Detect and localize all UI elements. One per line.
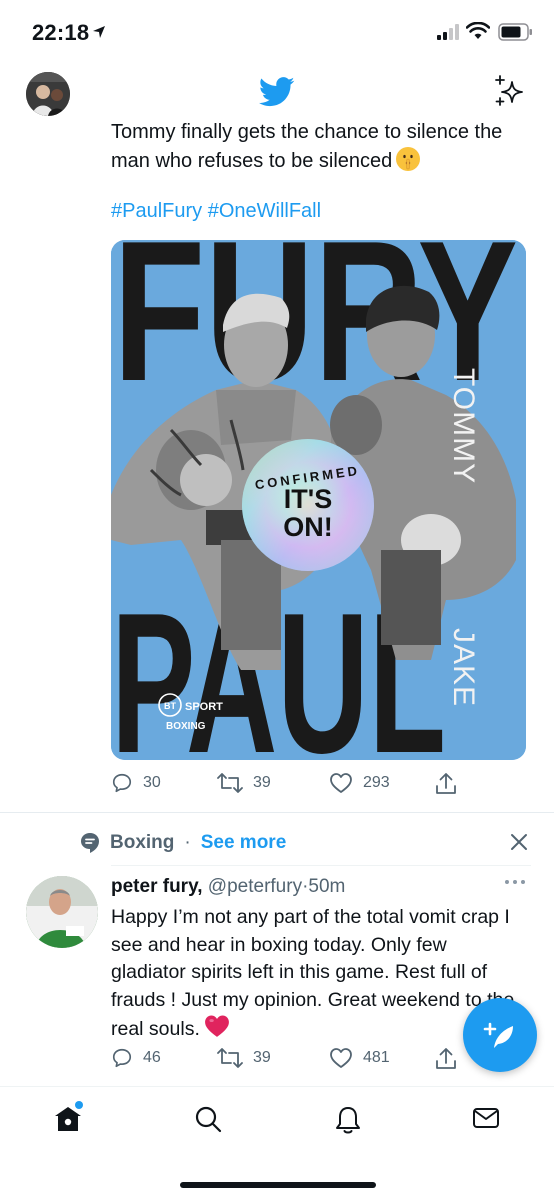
reply-icon (112, 773, 132, 793)
reply-icon (112, 1048, 132, 1068)
tweet-text: Happy I’m not any part of the total vomi… (111, 904, 521, 1047)
topic-row: Boxing · See more (80, 828, 286, 858)
topic-icon (81, 833, 99, 853)
topic-separator: · (184, 832, 191, 853)
tweet-divider (0, 812, 554, 813)
more-options-icon[interactable] (504, 877, 526, 887)
compose-feather-icon (483, 1022, 513, 1048)
retweet-icon (217, 773, 243, 793)
battery-icon (498, 23, 532, 41)
twitter-logo-icon[interactable] (259, 77, 295, 107)
author-handle[interactable]: @peterfury (208, 876, 302, 897)
messages-envelope-icon[interactable] (472, 1105, 500, 1131)
heart-icon (330, 1048, 352, 1068)
like-button[interactable]: 293 (329, 772, 390, 794)
author-avatar[interactable] (26, 876, 98, 948)
reply-count: 46 (143, 1049, 161, 1066)
share-button[interactable] (435, 1047, 457, 1071)
reply-button[interactable]: 46 (111, 1047, 161, 1069)
notifications-bell-icon[interactable] (334, 1105, 362, 1135)
poster-name-jake: JAKE (447, 628, 480, 707)
search-icon[interactable] (194, 1105, 222, 1133)
status-time: 22:18 (32, 20, 90, 45)
home-indicator-bar (180, 1182, 376, 1188)
tweet-body: Happy I’m not any part of the total vomi… (111, 906, 515, 1040)
red-heart-emoji-icon (204, 1014, 230, 1047)
top-nav-bar (0, 64, 554, 120)
sparkle-icon[interactable] (494, 74, 526, 108)
share-icon (436, 1048, 456, 1069)
topic-divider (111, 865, 531, 866)
svg-text:JAKE: JAKE (447, 628, 480, 707)
retweet-button[interactable]: 39 (217, 772, 271, 794)
status-bar: 22:18 (0, 0, 554, 64)
svg-text:BOXING: BOXING (166, 721, 206, 732)
location-arrow-icon (93, 26, 105, 38)
tweet-body: Tommy finally gets the chance to silence… (111, 121, 503, 172)
tweet-author-header: peter fury, @peterfury·50m (111, 875, 345, 899)
retweet-count: 39 (253, 774, 271, 791)
share-button[interactable] (435, 772, 457, 796)
svg-text:ON!: ON! (283, 512, 333, 542)
svg-text:TOMMY: TOMMY (447, 368, 480, 484)
close-icon[interactable] (509, 832, 529, 852)
cellular-signal-icon (437, 24, 459, 40)
retweet-button[interactable]: 39 (217, 1047, 271, 1069)
like-count: 481 (363, 1049, 390, 1066)
confirmed-badge: CONFIRMED IT'S ON! (242, 439, 374, 571)
svg-text:IT'S: IT'S (284, 484, 332, 514)
tweet-actions: 46 39 481 (111, 1047, 471, 1077)
profile-avatar[interactable] (26, 72, 70, 116)
tweet-timestamp[interactable]: 50m (308, 876, 345, 897)
like-button[interactable]: 481 (329, 1047, 390, 1069)
home-icon[interactable] (54, 1105, 82, 1133)
author-name[interactable]: peter fury, (111, 876, 203, 897)
topic-label[interactable]: Boxing (110, 832, 174, 854)
shushing-face-emoji-icon (396, 147, 421, 171)
wifi-icon (466, 22, 490, 39)
tweet-text: Tommy finally gets the chance to silence… (111, 118, 531, 176)
tweet-actions: 30 39 293 (111, 772, 471, 802)
heart-icon (330, 773, 352, 793)
poster-name-tommy: TOMMY (447, 368, 480, 484)
svg-text:SPORT: SPORT (185, 701, 223, 713)
like-count: 293 (363, 774, 390, 791)
reply-button[interactable]: 30 (111, 772, 161, 794)
retweet-count: 39 (253, 1049, 271, 1066)
tweet-hashtags[interactable]: #PaulFury #OneWillFall (111, 200, 321, 223)
reply-count: 30 (143, 774, 161, 791)
retweet-icon (217, 1048, 243, 1068)
compose-tweet-button[interactable] (463, 998, 537, 1072)
svg-text:BT: BT (164, 701, 176, 711)
new-content-dot (75, 1101, 83, 1109)
see-more-link[interactable]: See more (201, 832, 287, 854)
tweet-media-image[interactable]: FURY PAUL TOMMY (111, 240, 526, 760)
share-icon (436, 773, 456, 794)
